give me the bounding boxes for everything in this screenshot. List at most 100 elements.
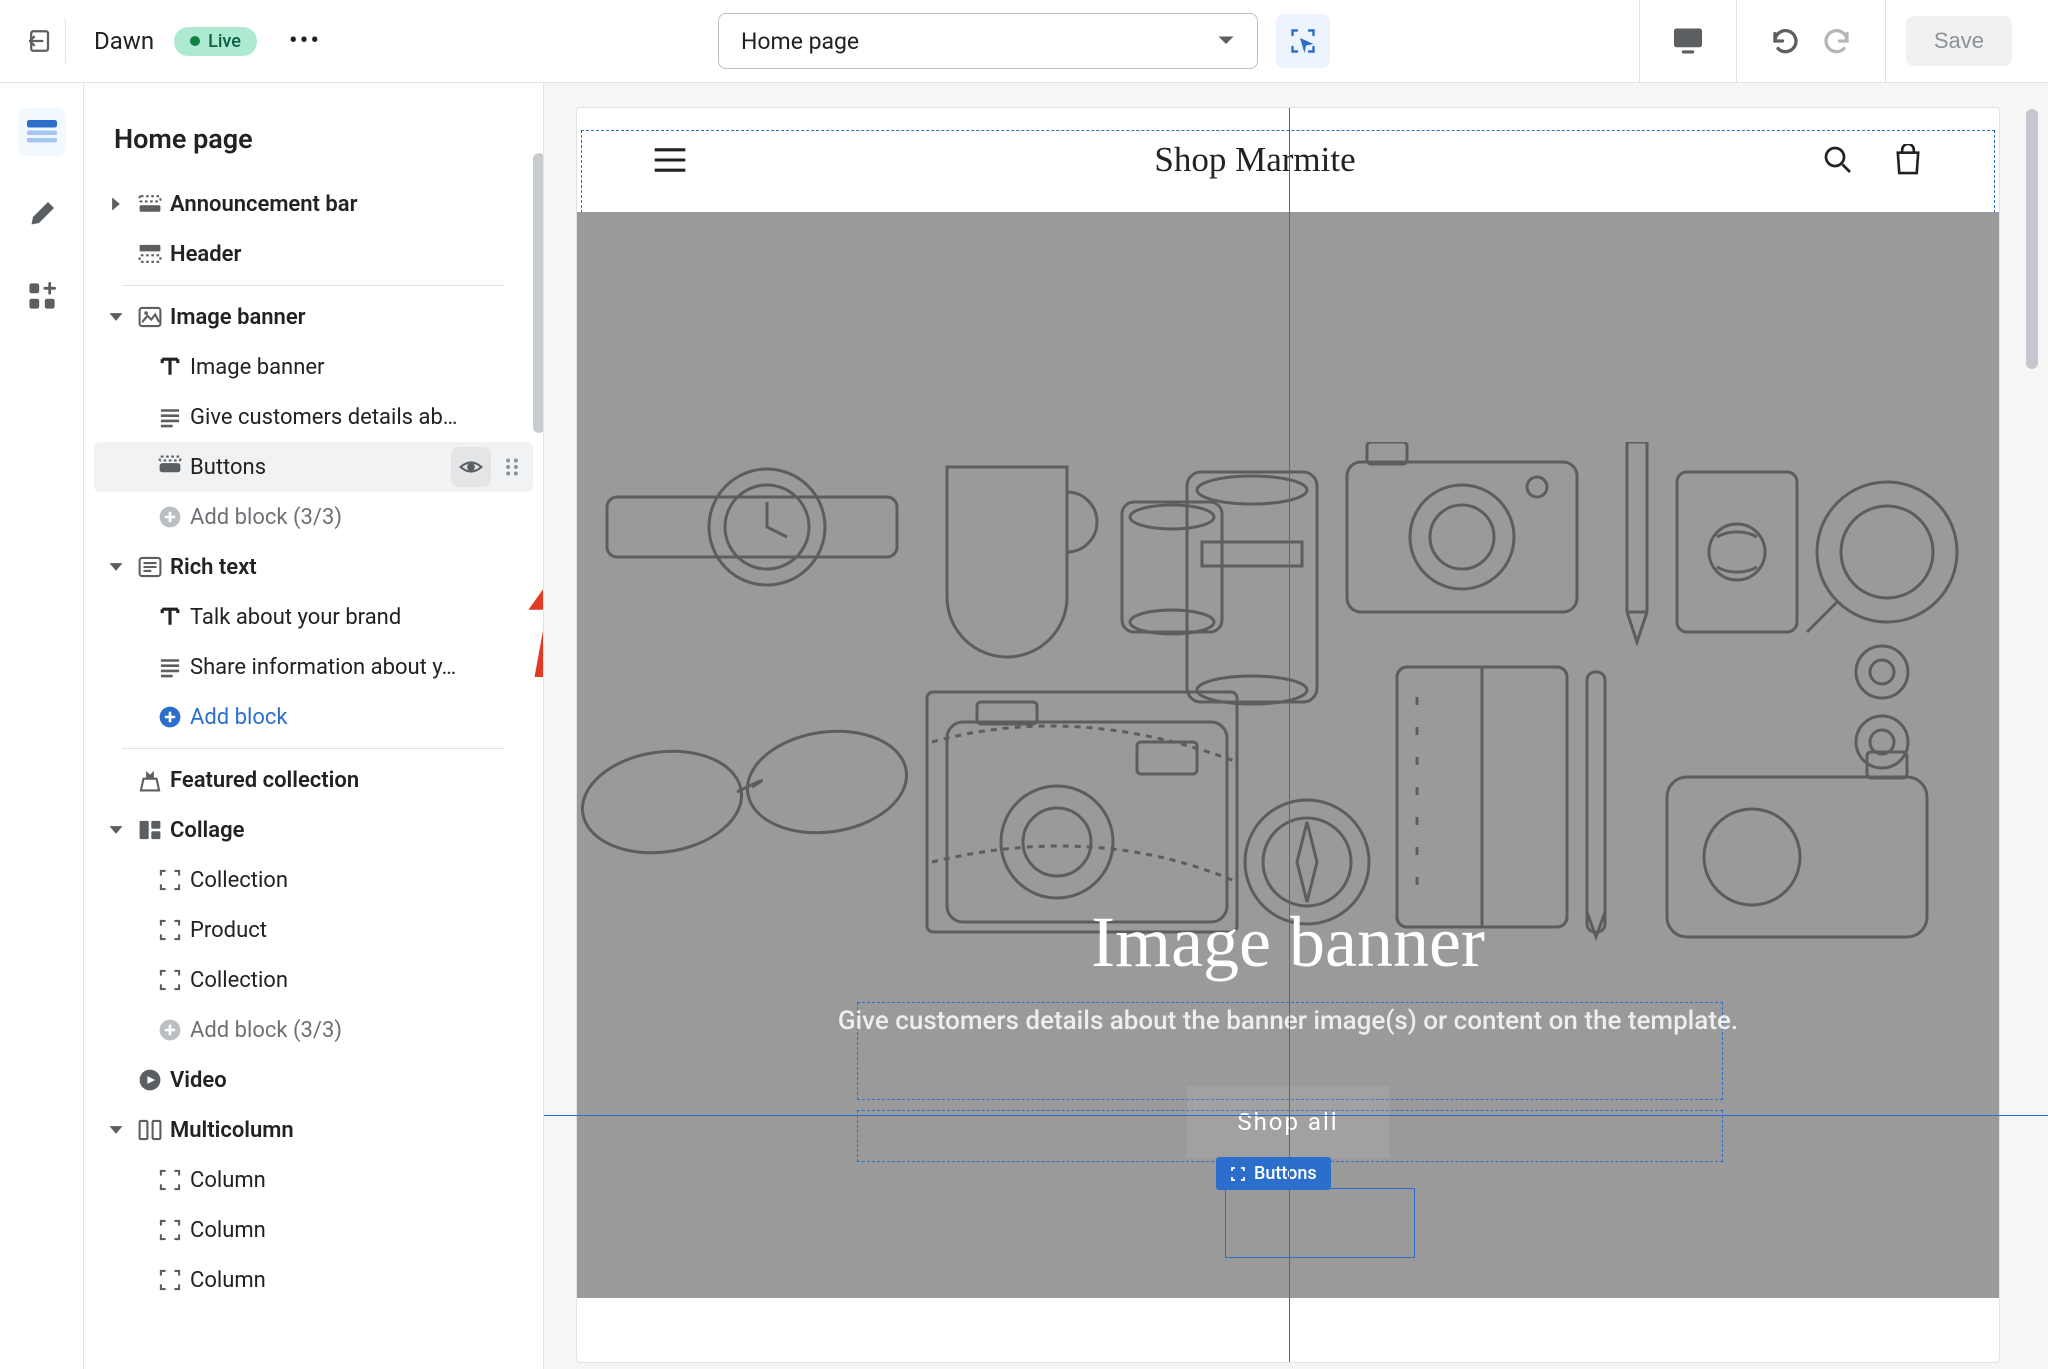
apps-icon [28,282,56,310]
block-label: Product [190,918,525,943]
visibility-toggle[interactable] [451,447,491,487]
section-label: Announcement bar [170,192,525,217]
rail-sections-button[interactable] [18,108,66,156]
banner-heading[interactable]: Image banner [838,901,1738,984]
frame-icon [157,1167,183,1193]
block-label: Buttons [190,455,451,480]
section-label: Image banner [170,305,525,330]
topbar: Dawn Live ••• Home page [0,0,2048,83]
hamburger-icon [653,147,687,173]
inspector-toggle[interactable] [1276,14,1330,68]
block-item[interactable]: Product [94,905,533,955]
sec-video-icon [137,1067,163,1093]
banner-button[interactable]: Shop all [1187,1086,1388,1158]
frame-icon [157,917,183,943]
caret-down-icon [103,817,129,843]
page-selector-label: Home page [741,28,859,55]
eye-icon [458,454,484,480]
search-button[interactable] [1823,145,1853,175]
viewport-desktop-button[interactable] [1660,19,1716,63]
exit-editor-button[interactable] [16,16,66,66]
section-label: Collage [170,818,525,843]
selection-tag: Buttons [1216,1157,1331,1190]
block-item[interactable]: Column [94,1255,533,1305]
add-block-button: Add block (3/3) [94,492,533,542]
banner-section[interactable]: Image banner Give customers details abou… [577,212,1999,1298]
caret-right-icon [103,191,129,217]
block-item[interactable]: Talk about your brand [94,592,533,642]
frame-icon [157,1267,183,1293]
sections-panel: Home page Announcement bar Header Image ba… [84,83,544,1369]
banner-text[interactable]: Give customers details about the banner … [838,1006,1738,1036]
block-item[interactable]: Image banner [94,342,533,392]
plus-blue-icon [157,704,183,730]
plus-icon [157,504,183,530]
block-label: Column [190,1168,525,1193]
add-block-button: Add block (3/3) [94,1005,533,1055]
paragraph-icon [157,654,183,680]
block-label: Collection [190,868,525,893]
drag-icon [499,454,525,480]
section-multicolumn[interactable]: Multicolumn [94,1105,533,1155]
section-label: Header [170,242,525,267]
section-header[interactable]: Header [94,229,533,279]
section-announcement-bar[interactable]: Announcement bar [94,179,533,229]
sec-collage-icon [137,817,163,843]
status-badge: Live [174,27,257,56]
panel-title: Home page [84,83,543,179]
sec-featured-icon [137,767,163,793]
exit-icon [27,27,55,55]
page-selector[interactable]: Home page [718,13,1258,69]
bag-icon [1893,144,1923,176]
frame-icon [1230,1166,1246,1182]
redo-icon [1823,26,1853,56]
rail-theme-settings-button[interactable] [18,190,66,238]
block-item[interactable]: Buttons [94,442,533,492]
inspector-icon [1288,26,1318,56]
block-label: Give customers details ab… [190,405,525,430]
section-rich-text[interactable]: Rich text [94,542,533,592]
panel-scrollbar[interactable] [533,83,544,1369]
frame-icon [157,867,183,893]
section-collage[interactable]: Collage [94,805,533,855]
search-icon [1823,145,1853,175]
block-label: Column [190,1218,525,1243]
more-actions-button[interactable]: ••• [277,26,333,56]
section-image-banner[interactable]: Image banner [94,292,533,342]
preview-frame: Shop Marmite [576,107,2000,1363]
sec-multicolumn-icon [137,1117,163,1143]
block-item[interactable]: Collection [94,855,533,905]
block-item[interactable]: Column [94,1155,533,1205]
paragraph-icon [157,404,183,430]
block-item[interactable]: Column [94,1205,533,1255]
sec-richtext-icon [137,554,163,580]
block-item[interactable]: Collection [94,955,533,1005]
caret-down-icon [103,304,129,330]
drag-handle[interactable] [499,454,525,480]
block-label: Column [190,1268,525,1293]
canvas-scrollbar[interactable] [2026,109,2042,1345]
redo-button[interactable] [1811,18,1865,64]
frame-icon [157,1217,183,1243]
block-label: Share information about y… [190,655,525,680]
sec-image-icon [137,304,163,330]
add-block-button[interactable]: Add block [94,692,533,742]
block-label: Collection [190,968,525,993]
caret-down-icon [103,1117,129,1143]
save-button[interactable]: Save [1906,16,2012,66]
rail-apps-button[interactable] [18,272,66,320]
left-rail [0,83,84,1369]
desktop-icon [1672,27,1704,55]
cart-button[interactable] [1893,144,1923,176]
plus-icon [157,1017,183,1043]
section-featured-collection[interactable]: Featured collection [94,755,533,805]
undo-button[interactable] [1757,18,1811,64]
hamburger-button[interactable] [653,147,687,173]
block-item[interactable]: Give customers details ab… [94,392,533,442]
block-item[interactable]: Share information about y… [94,642,533,692]
section-label: Rich text [170,555,525,580]
text-t-icon [157,604,183,630]
shop-title: Shop Marmite [1154,140,1355,180]
frame-icon [157,967,183,993]
section-video[interactable]: Video [94,1055,533,1105]
